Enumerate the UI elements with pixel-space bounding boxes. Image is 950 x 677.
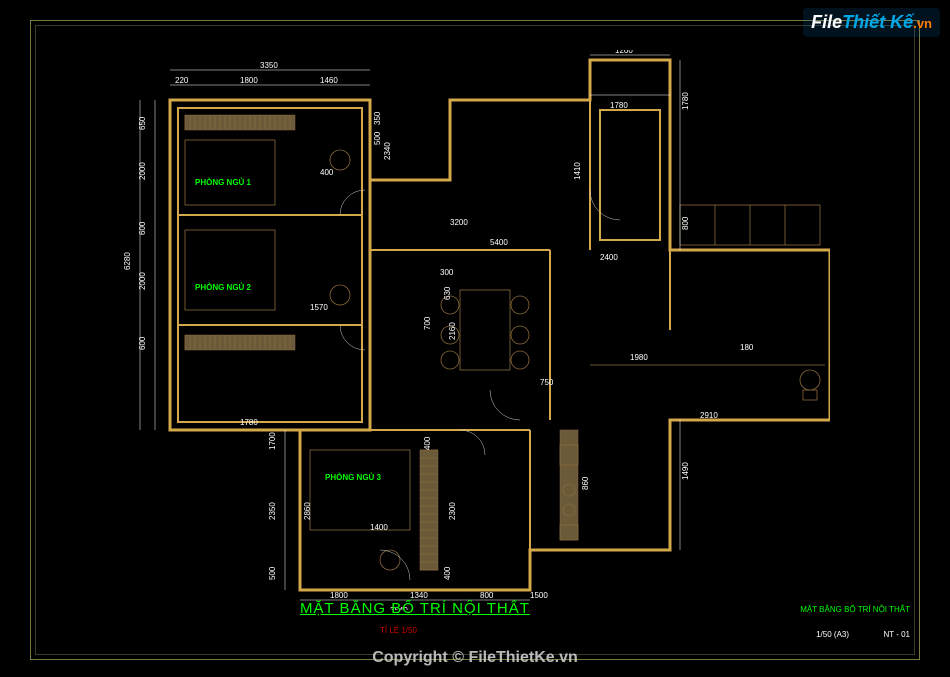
- svg-text:1400: 1400: [370, 523, 388, 532]
- drawing-title: MẶT BẰNG BỐ TRÍ NỘI THẤT: [300, 600, 530, 617]
- svg-text:350: 350: [373, 111, 382, 125]
- svg-text:1780: 1780: [681, 92, 690, 110]
- logo-part1: File: [811, 12, 842, 32]
- svg-text:180: 180: [740, 343, 754, 352]
- titleblock-scale: 1/50 (A3): [816, 630, 849, 639]
- svg-text:1200: 1200: [615, 50, 633, 55]
- svg-text:1340: 1340: [410, 591, 428, 600]
- svg-text:2340: 2340: [383, 142, 392, 160]
- svg-text:630: 630: [443, 286, 452, 300]
- svg-text:1980: 1980: [630, 353, 648, 362]
- svg-text:PHÒNG NGỦ 2: PHÒNG NGỦ 2: [195, 283, 252, 292]
- svg-text:1460: 1460: [320, 76, 338, 85]
- svg-text:700: 700: [423, 316, 432, 330]
- svg-text:650: 650: [138, 116, 147, 130]
- svg-text:500: 500: [268, 566, 277, 580]
- svg-text:1780: 1780: [240, 418, 258, 427]
- svg-text:220: 220: [175, 76, 189, 85]
- svg-text:300: 300: [440, 268, 454, 277]
- svg-text:1410: 1410: [573, 162, 582, 180]
- svg-text:2400: 2400: [600, 253, 618, 262]
- svg-text:500: 500: [373, 131, 382, 145]
- site-logo: FileThiết Kế.vn: [803, 8, 940, 37]
- logo-part2: Thiết Kế: [842, 12, 913, 32]
- drawing-scale: TỈ LỆ 1/50: [380, 626, 417, 635]
- svg-text:1490: 1490: [681, 462, 690, 480]
- svg-text:PHÒNG NGỦ 1: PHÒNG NGỦ 1: [195, 178, 252, 187]
- svg-text:6280: 6280: [123, 252, 132, 270]
- room-labels: PHÒNG NGỦ 1 PHÒNG NGỦ 2 PHÒNG NGỦ 3: [195, 178, 382, 482]
- titleblock-title: MẶT BẰNG BỐ TRÍ NỘI THẤT: [800, 605, 910, 614]
- svg-text:2300: 2300: [448, 502, 457, 520]
- svg-text:2000: 2000: [138, 162, 147, 180]
- svg-text:2000: 2000: [138, 272, 147, 290]
- svg-text:2160: 2160: [448, 322, 457, 340]
- svg-text:1780: 1780: [610, 101, 628, 110]
- svg-text:5400: 5400: [490, 238, 508, 247]
- svg-text:2350: 2350: [268, 502, 277, 520]
- svg-text:800: 800: [480, 591, 494, 600]
- svg-text:400: 400: [320, 168, 334, 177]
- svg-text:2910: 2910: [700, 411, 718, 420]
- svg-text:1700: 1700: [268, 432, 277, 450]
- svg-text:1570: 1570: [310, 303, 328, 312]
- svg-text:750: 750: [540, 378, 554, 387]
- dimensions-interior: 400 350 500 2340 3200 5400 2400 1410 300…: [240, 111, 754, 580]
- logo-suffix: .vn: [913, 16, 932, 31]
- dimensions-right: 1780 800 6500 1490 860: [581, 60, 830, 550]
- svg-text:400: 400: [443, 566, 452, 580]
- titleblock-code: NT - 01: [883, 630, 910, 639]
- svg-text:1800: 1800: [330, 591, 348, 600]
- title-block: MẶT BẰNG BỐ TRÍ NỘI THẤT 1/50 (A3) NT - …: [800, 605, 910, 642]
- svg-text:1800: 1800: [240, 76, 258, 85]
- svg-text:400: 400: [423, 436, 432, 450]
- svg-text:3350: 3350: [260, 61, 278, 70]
- svg-text:860: 860: [581, 476, 590, 490]
- svg-text:600: 600: [138, 221, 147, 235]
- watermark-text: Copyright © FileThietKe.vn: [372, 649, 578, 667]
- svg-text:PHÒNG NGỦ 3: PHÒNG NGỦ 3: [325, 473, 382, 482]
- svg-text:2860: 2860: [303, 502, 312, 520]
- svg-text:1500: 1500: [530, 591, 548, 600]
- svg-text:3200: 3200: [450, 218, 468, 227]
- svg-text:800: 800: [681, 216, 690, 230]
- furniture-group: [185, 115, 825, 570]
- svg-text:600: 600: [138, 336, 147, 350]
- floor-plan-drawing: 220 1800 1460 3350 1200 1780 650 2000 60…: [110, 50, 830, 610]
